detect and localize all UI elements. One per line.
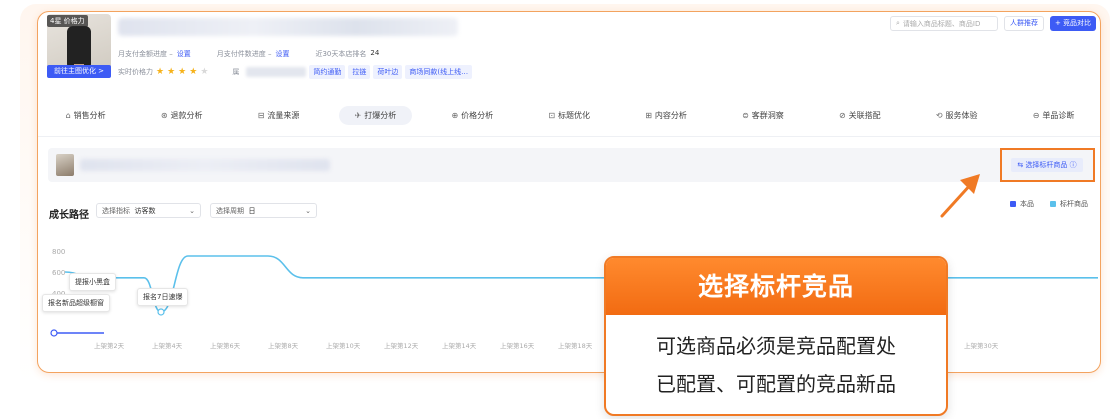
callout-line: 已配置、可配置的竞品新品 bbox=[656, 372, 896, 396]
pointer-arrow bbox=[940, 174, 980, 218]
callout-line: 可选商品必须是竞品配置处 bbox=[656, 334, 896, 358]
callout-box: 选择标杆竞品 可选商品必须是竞品配置处 已配置、可配置的竞品新品 bbox=[604, 256, 948, 416]
callout-title: 选择标杆竞品 bbox=[606, 258, 946, 315]
callout-body: 可选商品必须是竞品配置处 已配置、可配置的竞品新品 bbox=[606, 315, 946, 403]
